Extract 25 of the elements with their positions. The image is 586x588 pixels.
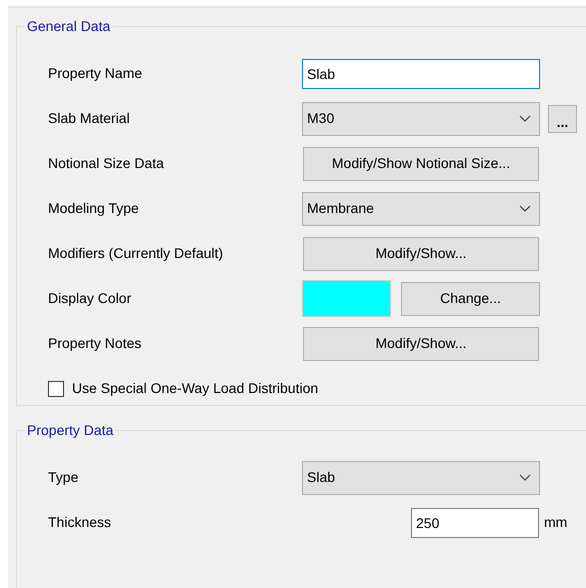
action-button[interactable]: Modify/Show Notional Size...: [303, 146, 539, 180]
field-label: Display Color: [48, 289, 132, 308]
dropdown[interactable]: Membrane: [302, 192, 540, 226]
change-button[interactable]: Change...: [401, 282, 540, 316]
field-label: Modeling Type: [48, 199, 140, 218]
chevron-down-icon: [519, 114, 531, 122]
checkbox[interactable]: [48, 380, 64, 396]
field-label: Notional Size Data: [48, 154, 165, 173]
unit-label: mm: [544, 513, 568, 532]
field-label: Modifiers (Currently Default): [48, 244, 224, 263]
field-label: Property Notes: [48, 334, 142, 353]
field-label: Thickness: [48, 513, 112, 532]
field-label: Slab Material: [48, 109, 131, 128]
dropdown[interactable]: Slab: [302, 460, 540, 494]
action-button[interactable]: Modify/Show...: [303, 236, 539, 270]
field-label: Property Name: [48, 64, 144, 83]
action-button[interactable]: Modify/Show...: [303, 326, 539, 360]
checkbox-label: Use Special One-Way Load Distribution: [72, 379, 318, 398]
text-field[interactable]: Slab: [302, 58, 540, 88]
dropdown[interactable]: M30: [302, 102, 540, 136]
field-label: Type: [48, 468, 80, 487]
chevron-down-icon: [519, 474, 531, 482]
text-field[interactable]: 250: [411, 508, 539, 538]
ellipsis-button[interactable]: ...: [548, 104, 577, 132]
chevron-down-icon: [519, 204, 531, 212]
